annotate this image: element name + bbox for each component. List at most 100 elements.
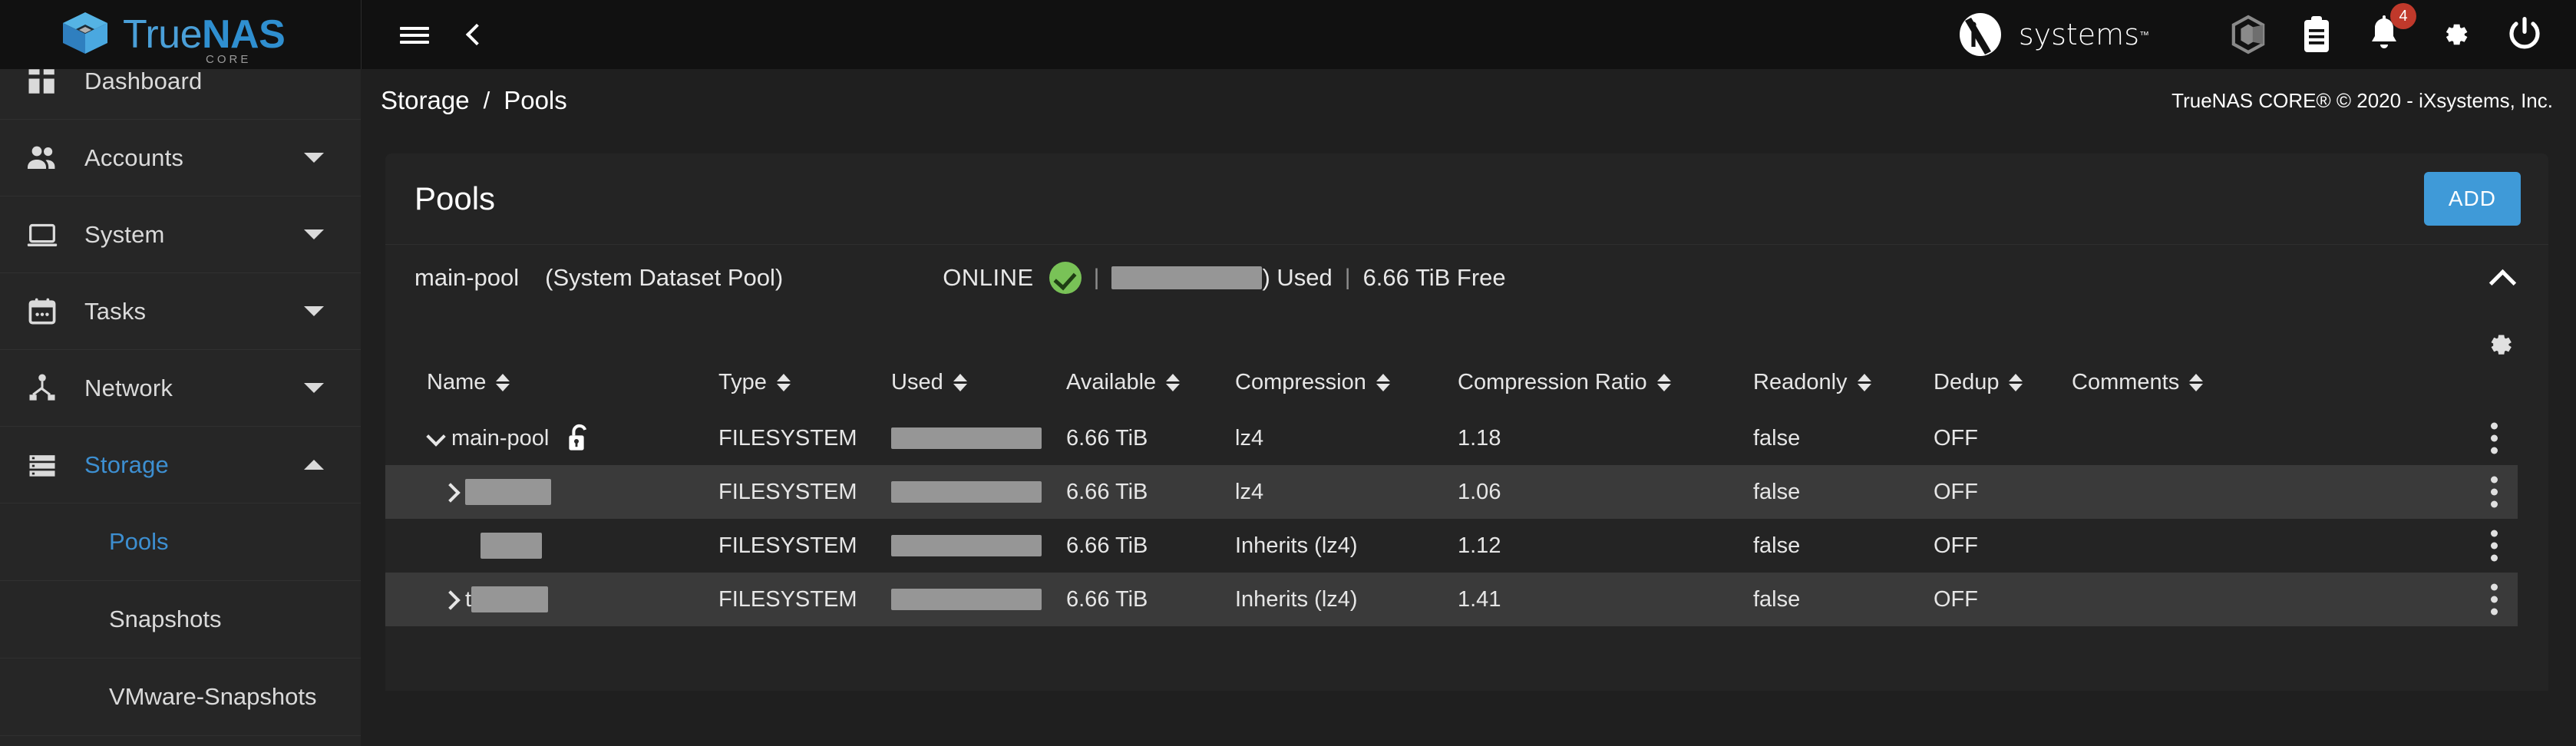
chevron-down-icon[interactable] — [304, 153, 324, 163]
pool-status-group: ONLINE | ) Used | 6.66 TiB Free — [943, 262, 1505, 294]
cell-dedup: OFF — [1934, 426, 2072, 451]
main-sidebar: Dashboard Accounts System — [0, 0, 361, 746]
chevron-left-icon[interactable] — [463, 21, 484, 48]
column-header-readonly[interactable]: Readonly — [1753, 370, 1934, 395]
chevron-up-icon[interactable] — [304, 460, 324, 470]
table-row[interactable]: t FILESYSTEM 6.66 TiB Inherits (lz4) 1.4… — [385, 573, 2518, 626]
column-label: Readonly — [1753, 370, 1848, 395]
truenas-cube-icon — [60, 11, 111, 58]
power-icon[interactable] — [2507, 15, 2542, 54]
table-row[interactable]: FILESYSTEM 6.66 TiB lz4 1.06 false OFF — [385, 465, 2518, 519]
chevron-down-icon[interactable] — [304, 383, 324, 393]
column-header-used[interactable]: Used — [891, 370, 1066, 395]
logo-true-text: True — [123, 12, 202, 57]
more-vertical-icon[interactable] — [2491, 530, 2498, 562]
top-app-bar: TrueNAS CORE systems ™ — [0, 0, 2576, 69]
sidebar-item-network[interactable]: Network — [0, 350, 361, 427]
breadcrumb-current: Pools — [504, 86, 567, 115]
add-pool-button[interactable]: ADD — [2424, 172, 2521, 226]
cell-compression: Inherits (lz4) — [1235, 533, 1458, 559]
cell-compression: Inherits (lz4) — [1235, 587, 1458, 612]
sidebar-item-tasks[interactable]: Tasks — [0, 273, 361, 350]
sidebar-item-storage[interactable]: Storage — [0, 427, 361, 503]
truenas-logo[interactable]: TrueNAS CORE — [0, 0, 361, 69]
copyright-notice: TrueNAS CORE® © 2020 - iXsystems, Inc. — [2171, 89, 2558, 113]
chevron-right-icon[interactable] — [441, 589, 461, 609]
sort-icon[interactable] — [953, 374, 967, 391]
sidebar-item-snapshots[interactable]: Snapshots — [0, 581, 361, 659]
table-row[interactable]: main-pool FILESYSTEM — [385, 411, 2548, 465]
ix-cube-icon[interactable] — [2231, 15, 2266, 54]
cell-readonly: false — [1753, 533, 1934, 559]
status-separator-2: | — [1333, 265, 1363, 291]
page-title: Pools — [414, 180, 495, 217]
ixsystems-logo[interactable]: systems ™ — [1957, 0, 2149, 69]
table-row[interactable]: FILESYSTEM 6.66 TiB Inherits (lz4) 1.12 … — [385, 519, 2548, 573]
status-badge: ONLINE — [943, 264, 1033, 292]
column-label: Comments — [2072, 370, 2179, 395]
sidebar-item-label: System — [84, 221, 165, 249]
sort-icon[interactable] — [1376, 374, 1390, 391]
cell-readonly: false — [1753, 480, 1934, 505]
sidebar-subitem-label: Snapshots — [109, 606, 222, 633]
sort-icon[interactable] — [2189, 374, 2203, 391]
sidebar-item-label: Tasks — [84, 298, 146, 325]
column-header-name[interactable]: Name — [427, 370, 718, 395]
column-header-dedup[interactable]: Dedup — [1934, 370, 2072, 395]
sort-icon[interactable] — [1858, 374, 1871, 391]
sort-icon[interactable] — [777, 374, 791, 391]
chevron-right-icon[interactable] — [441, 482, 461, 502]
redacted-used-bar — [891, 481, 1042, 503]
cell-name — [427, 479, 718, 505]
sidebar-item-accounts[interactable]: Accounts — [0, 120, 361, 196]
chevron-down-icon[interactable] — [427, 428, 447, 448]
column-header-compression-ratio[interactable]: Compression Ratio — [1458, 370, 1753, 395]
column-header-compression[interactable]: Compression — [1235, 370, 1458, 395]
sidebar-item-vmware-snapshots[interactable]: VMware-Snapshots — [0, 659, 361, 736]
dataset-name: main-pool — [451, 426, 549, 451]
cell-available: 6.66 TiB — [1066, 426, 1235, 451]
sort-icon[interactable] — [496, 374, 510, 391]
truenas-wordmark: TrueNAS CORE — [123, 15, 285, 54]
more-vertical-icon[interactable] — [2491, 423, 2498, 454]
column-header-available[interactable]: Available — [1066, 370, 1235, 395]
table-settings-gear-icon[interactable] — [2481, 327, 2516, 362]
laptop-icon — [0, 217, 84, 253]
sidebar-scroll-area[interactable]: Dashboard Accounts System — [0, 0, 361, 746]
pools-card: Pools ADD main-pool (System Dataset Pool… — [385, 153, 2548, 691]
topbar-nav-controls — [362, 21, 484, 48]
sort-icon[interactable] — [2009, 374, 2023, 391]
topbar-actions: systems ™ — [1957, 0, 2576, 69]
chevron-down-icon[interactable] — [304, 229, 324, 239]
sidebar-item-disks[interactable]: Disks — [0, 736, 361, 746]
datasets-table: Name Type Used Available — [385, 310, 2548, 626]
column-label: Compression — [1235, 370, 1366, 395]
sort-icon[interactable] — [1657, 374, 1671, 391]
more-vertical-icon[interactable] — [2491, 584, 2498, 616]
breadcrumb-root[interactable]: Storage — [381, 86, 470, 115]
cell-readonly: false — [1753, 426, 1934, 451]
sidebar-item-label: Storage — [84, 451, 169, 479]
clipboard-icon[interactable] — [2301, 15, 2332, 54]
column-header-comments[interactable]: Comments — [2072, 370, 2225, 395]
column-label: Compression Ratio — [1458, 370, 1647, 395]
chevron-up-icon[interactable] — [2487, 261, 2521, 295]
pool-used-suffix: ) Used — [1262, 264, 1332, 292]
bell-icon[interactable]: 4 — [2367, 15, 2401, 54]
dataset-name-prefix: t — [465, 587, 471, 612]
column-label: Dedup — [1934, 370, 1999, 395]
calendar-icon — [0, 295, 84, 328]
hamburger-menu-icon[interactable] — [400, 25, 429, 45]
more-vertical-icon[interactable] — [2491, 477, 2498, 508]
cell-used — [891, 481, 1066, 503]
trademark-symbol: ™ — [2139, 29, 2149, 41]
column-label: Used — [891, 370, 943, 395]
sort-icon[interactable] — [1166, 374, 1180, 391]
sidebar-item-pools[interactable]: Pools — [0, 503, 361, 581]
gear-icon[interactable] — [2436, 17, 2472, 52]
column-header-type[interactable]: Type — [718, 370, 891, 395]
pool-summary-row[interactable]: main-pool (System Dataset Pool) ONLINE |… — [385, 244, 2548, 310]
chevron-down-icon[interactable] — [304, 306, 324, 316]
sidebar-item-system[interactable]: System — [0, 196, 361, 273]
sidebar-item-label: Dashboard — [84, 68, 202, 95]
